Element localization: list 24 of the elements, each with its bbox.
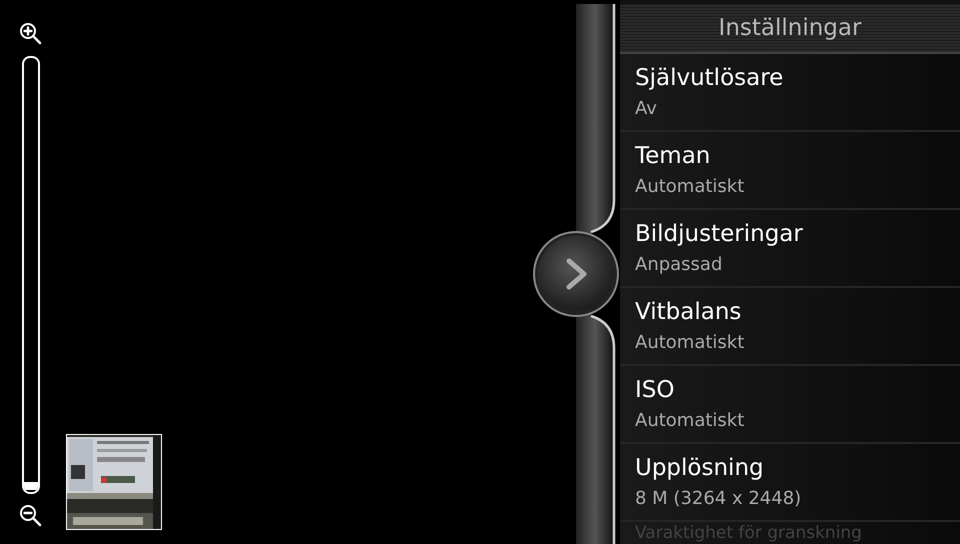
zoom-out-icon[interactable] [19,504,43,528]
setting-value: 8 M (3264 x 2448) [635,487,802,511]
setting-value: Automatiskt [635,409,746,433]
setting-title: Vitbalans [635,298,742,327]
setting-title: ISO [635,376,676,405]
zoom-in-icon[interactable] [19,22,43,46]
setting-value: Anpassad [635,253,724,277]
setting-value: Av [635,97,658,121]
setting-title: Bildjusteringar [635,220,804,249]
settings-item[interactable]: Teman Automatiskt [620,132,960,210]
setting-value: Automatiskt [635,175,746,199]
setting-title: Självutlösare [635,64,784,93]
setting-title: Upplösning [635,454,765,483]
setting-value: Automatiskt [635,331,746,355]
settings-item[interactable]: Bildjusteringar Anpassad [620,210,960,288]
collapse-button[interactable] [538,236,614,312]
panel-title: Inställningar [620,4,960,54]
settings-item[interactable]: Upplösning 8 M (3264 x 2448) [620,444,960,522]
settings-item[interactable]: Självutlösare Av [620,54,960,132]
setting-title: Teman [635,142,712,171]
settings-item[interactable]: ISO Automatiskt [620,366,960,444]
slider-thumb[interactable] [24,482,38,490]
zoom-slider[interactable] [22,56,40,494]
settings-item[interactable]: Vitbalans Automatiskt [620,288,960,366]
